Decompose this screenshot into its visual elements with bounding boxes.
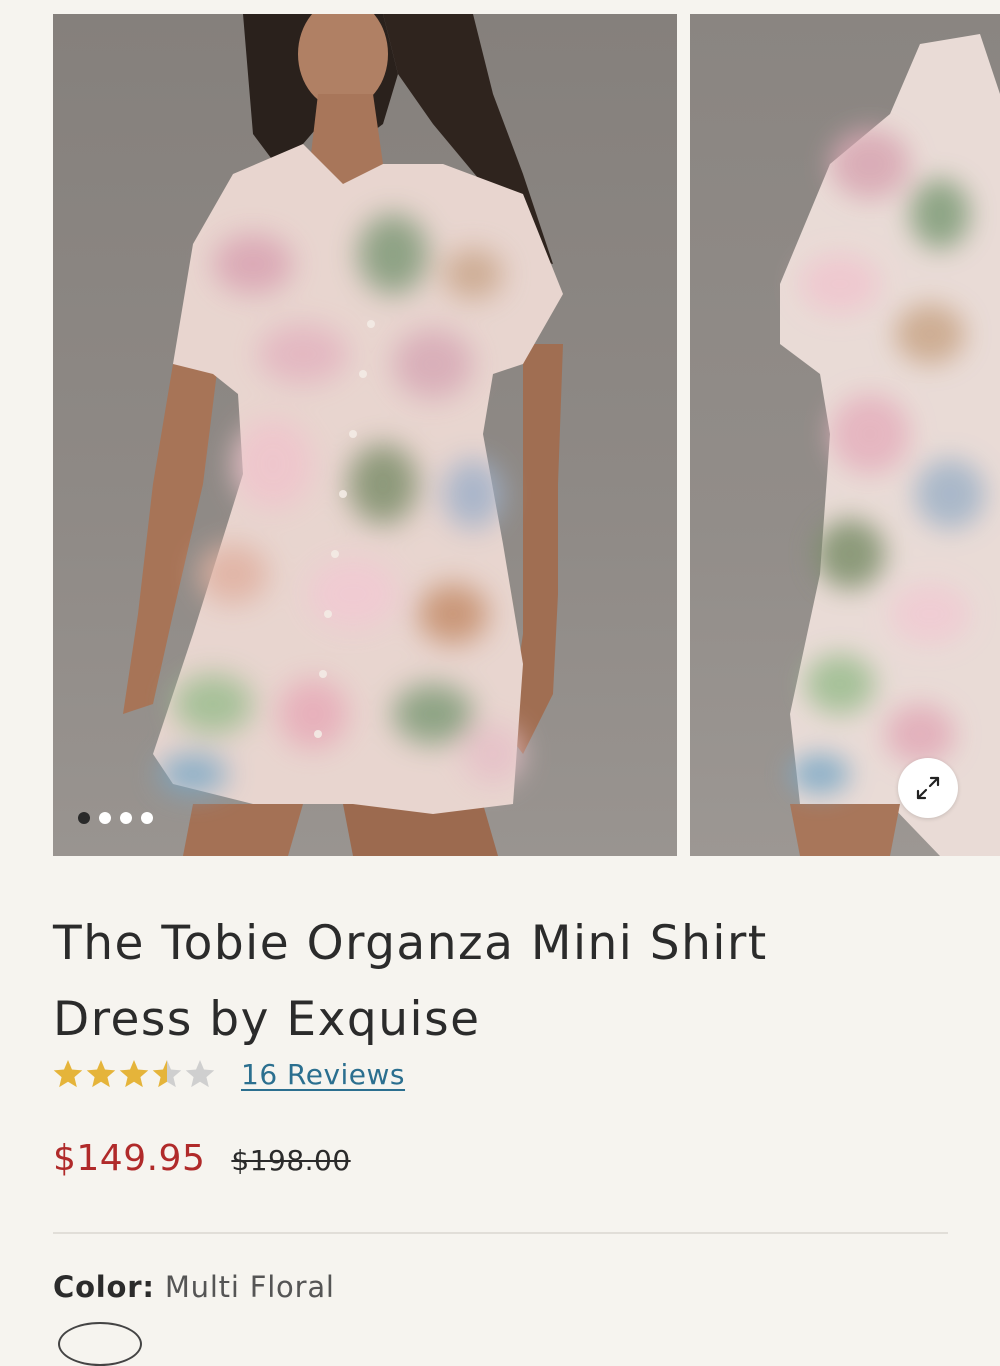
sale-price: $149.95 [53,1138,206,1179]
star-icon-4 [152,1059,182,1087]
star-icon-2 [86,1059,116,1087]
color-label: Color: [53,1270,155,1304]
product-image-gallery[interactable] [0,0,1000,858]
gallery-pagination [78,812,153,824]
product-title: The Tobie Organza Mini Shirt Dress by Ex… [53,906,953,1058]
expand-arrows-icon [916,776,940,800]
star-rating-icon [53,1059,215,1087]
expand-image-button[interactable] [898,758,958,818]
gallery-dot-1[interactable] [78,812,90,824]
reviews-link[interactable]: 16 Reviews [241,1058,405,1091]
dress-front-illustration [123,14,563,856]
color-swatch[interactable] [58,1322,142,1366]
product-photo-front[interactable] [53,14,677,856]
star-rating [53,1059,215,1090]
product-photo-back[interactable] [690,14,1000,856]
price-row: $149.95 $198.00 [53,1138,351,1179]
star-icon-3 [119,1059,149,1087]
dress-back-illustration [780,34,1000,856]
product-title-line2: Dress by Exquise [53,992,481,1047]
color-selector-label: Color: Multi Floral [53,1270,335,1304]
gallery-dot-4[interactable] [141,812,153,824]
divider [53,1232,948,1234]
star-icon-1 [53,1059,83,1087]
original-price: $198.00 [231,1144,351,1177]
gallery-dot-2[interactable] [99,812,111,824]
star-icon-5 [185,1059,215,1087]
product-title-line1: The Tobie Organza Mini Shirt [53,916,768,971]
gallery-dot-3[interactable] [120,812,132,824]
rating-row: 16 Reviews [53,1058,405,1091]
color-value: Multi Floral [164,1270,335,1304]
